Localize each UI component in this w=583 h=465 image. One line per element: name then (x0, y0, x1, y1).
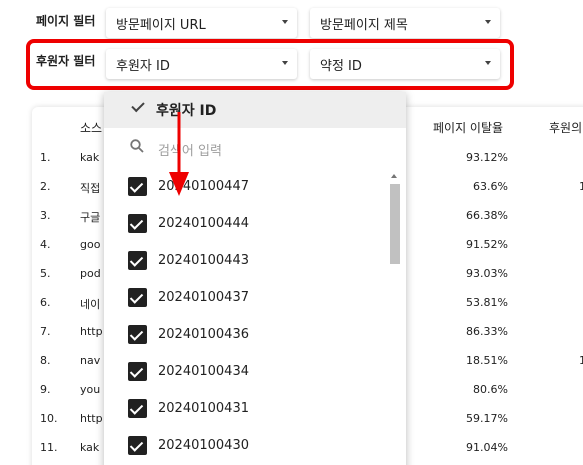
row-number: 7. (40, 325, 51, 338)
row-source: kak (80, 441, 100, 454)
row-bounce-rate: 66.38% (466, 209, 508, 222)
row-number: 11. (40, 441, 58, 454)
row-bounce-rate: 18.51% (466, 354, 508, 367)
row-bounce-rate: 59.17% (466, 412, 508, 425)
row-bounce-rate: 91.52% (466, 238, 508, 251)
row-source: nav (80, 354, 101, 367)
page-title-select-label: 방문페이지 제목 (320, 17, 408, 33)
sponsor-option-label: 20240100443 (158, 252, 249, 268)
sponsor-option[interactable]: 20240100444 (128, 213, 249, 233)
checkbox-checked-icon[interactable] (128, 287, 147, 307)
page-title-select[interactable]: 방문페이지 제목 (310, 8, 500, 38)
checkbox-checked-icon[interactable] (128, 324, 147, 344)
highlight-frame (26, 39, 514, 90)
sponsor-option[interactable]: 20240100436 (128, 324, 249, 344)
caret-down-icon (282, 20, 288, 24)
row-number: 6. (40, 296, 51, 309)
sponsor-option-label: 20240100437 (158, 289, 249, 305)
column-header-source[interactable]: 소스 (80, 119, 104, 136)
column-header-bounce-rate[interactable]: 페이지 이탈율 (433, 119, 503, 136)
sponsor-option-label: 20240100430 (158, 437, 249, 453)
checkbox-checked-icon[interactable] (128, 361, 147, 381)
sponsor-option[interactable]: 20240100437 (128, 287, 249, 307)
checkbox-checked-icon[interactable] (128, 435, 147, 455)
row-source: goo (80, 238, 101, 251)
row-bounce-rate: 63.6% (473, 180, 508, 193)
scrollbar-thumb[interactable] (390, 184, 400, 264)
row-number: 4. (40, 238, 51, 251)
row-bounce-rate: 86.33% (466, 325, 508, 338)
page-filter-label: 페이지 필터 (36, 14, 96, 28)
row-number: 10. (40, 412, 58, 425)
row-bounce-rate: 93.03% (466, 267, 508, 280)
sponsor-option-label: 20240100436 (158, 326, 249, 342)
row-number: 5. (40, 267, 51, 280)
row-source: kak (80, 151, 100, 164)
sponsor-option[interactable]: 20240100431 (128, 398, 249, 418)
row-source: 구글 (80, 211, 101, 224)
row-number: 9. (40, 383, 51, 396)
row-source: 직접 (80, 182, 101, 195)
checkbox-checked-icon[interactable] (128, 398, 147, 418)
sponsor-option[interactable]: 20240100434 (128, 361, 249, 381)
checkbox-checked-icon[interactable] (128, 250, 147, 270)
sponsor-option-label: 20240100444 (158, 215, 249, 231)
column-header-sponsor[interactable]: 후원의 (549, 119, 582, 136)
row-number: 8. (40, 354, 51, 367)
checkmark-icon (131, 98, 145, 113)
row-number: 3. (40, 209, 51, 222)
dropdown-header[interactable]: 후원자 ID (104, 92, 406, 128)
row-source: http (80, 412, 103, 425)
row-source: pod (80, 267, 101, 280)
down-arrow-annotation (169, 112, 189, 196)
row-bounce-rate: 91.04% (466, 441, 508, 454)
row-bounce-rate: 53.81% (466, 296, 508, 309)
sponsor-option-label: 20240100434 (158, 363, 249, 379)
sponsor-option-label: 20240100431 (158, 400, 249, 416)
row-number: 2. (40, 180, 51, 193)
row-bounce-rate: 93.12% (466, 151, 508, 164)
caret-down-icon (485, 20, 491, 24)
row-sponsor-value: 1 (579, 354, 583, 367)
sponsor-option[interactable]: 20240100430 (128, 435, 249, 455)
row-source: you (80, 383, 101, 396)
row-source: 네이 (80, 298, 101, 311)
checkbox-checked-icon[interactable] (128, 176, 147, 196)
checkbox-checked-icon[interactable] (128, 213, 147, 233)
sponsor-id-dropdown: 후원자 ID 검색어 입력 20240100447 20240100444 2024… (104, 92, 406, 465)
row-sponsor-value: 1 (579, 180, 583, 193)
row-bounce-rate: 80.6% (473, 383, 508, 396)
row-source: http (80, 325, 103, 338)
page-url-select-label: 방문페이지 URL (116, 17, 206, 33)
row-number: 1. (40, 151, 51, 164)
scrollbar[interactable] (387, 170, 401, 465)
sponsor-option[interactable]: 20240100443 (128, 250, 249, 270)
scroll-up-icon[interactable] (391, 174, 397, 178)
page-url-select[interactable]: 방문페이지 URL (106, 8, 297, 38)
search-icon (130, 139, 144, 153)
